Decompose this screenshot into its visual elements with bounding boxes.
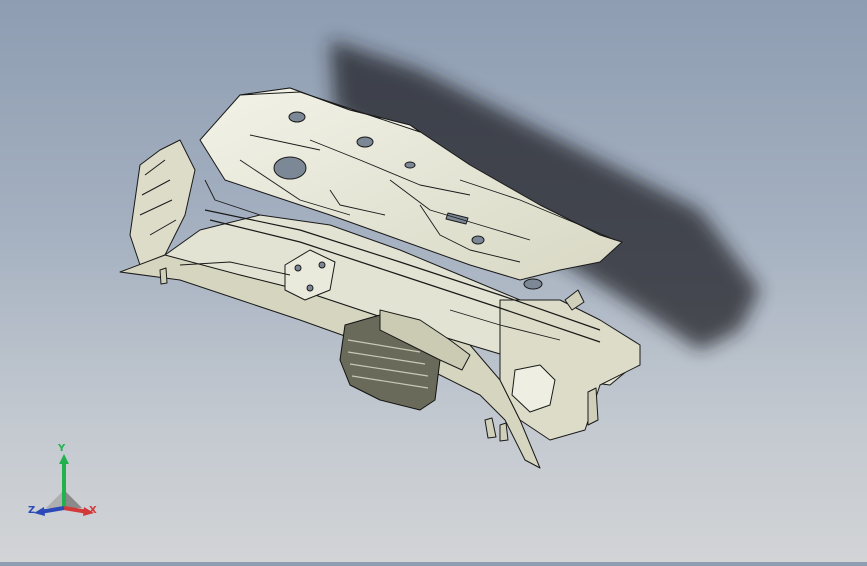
mount-hole-2 [318,261,326,269]
top-hole-small-2 [471,235,485,245]
top-hole-right [523,278,543,290]
view-orientation-triad[interactable]: Y X Z [26,443,102,522]
graphics-viewport[interactable] [0,0,867,562]
mount-hole-1 [294,264,302,272]
x-axis-label: X [89,505,97,516]
z-axis-label: Z [28,505,36,516]
top-hole-upper [288,111,306,123]
top-hole-small-1 [404,161,416,169]
top-hole-mid [356,136,374,148]
y-axis-head [59,454,69,464]
mount-hole-3 [306,284,314,292]
y-axis-label: Y [58,443,66,454]
triad-base-shade [64,490,82,508]
top-hole-large [273,156,307,180]
model-canvas[interactable] [0,0,867,562]
z-axis-head [34,507,45,516]
